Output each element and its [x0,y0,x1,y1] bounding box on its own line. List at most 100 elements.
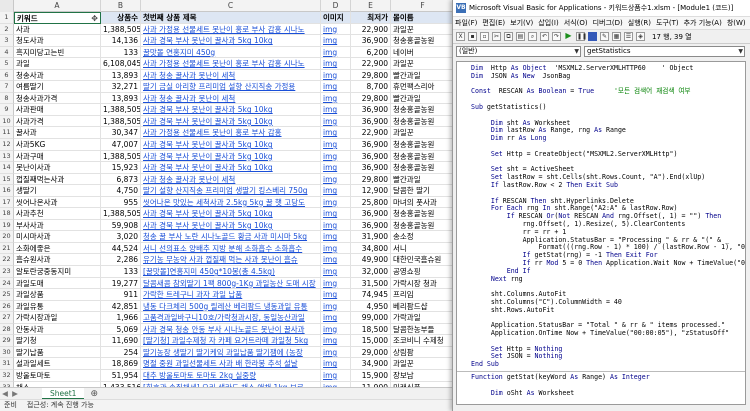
pause-icon[interactable]: ❚❚ [576,32,587,41]
header-cell-image[interactable]: 이미지 [321,12,351,24]
menu-item[interactable]: 디버그(D) [593,18,623,28]
cell-count[interactable]: 5,069 [101,323,141,336]
row-header[interactable]: 25 [0,289,14,301]
cell-image-link[interactable]: img [321,173,351,186]
cell-price[interactable]: 25,800 [351,196,391,209]
cell-image-link[interactable]: img [321,81,351,93]
cell-title-link[interactable]: 씻어나온 맛있는 세척사과 2.5kg 5kg 꿀 햇 고당도 [141,196,321,209]
cell-image-link[interactable]: img [321,69,351,82]
cell-image-link[interactable]: img [321,92,351,105]
cell-keyword[interactable]: 청송사과가격 [14,92,101,105]
cell-title-link[interactable]: 고품격과일바구니10호/가락청과시장, 동일농산과일 [141,312,321,324]
cell-image-link[interactable]: img [321,254,351,267]
column-header-b[interactable]: B [101,0,141,12]
cell-mall[interactable]: 가락시장 청과 [391,277,455,290]
cell-mall[interactable]: 휴먼팩스리아 [391,81,455,93]
cell-mall[interactable]: 청송홍골농원 [391,208,455,220]
cell-price[interactable]: 6,200 [351,46,391,59]
cell-price[interactable]: 15,900 [351,369,391,382]
menu-item[interactable]: 파일(F) [455,18,477,28]
cell-title-link[interactable]: 가락한 트레구니 과자 과일 납품 [141,289,321,301]
column-header-d[interactable]: D [321,0,351,12]
view-excel-icon[interactable]: X [456,32,465,41]
cell-title-link[interactable]: 대추 방울토마토 토마토 2kg 실중량 [141,369,321,382]
cell-title-link[interactable]: 꿀맛몰 연홍지미 450g [141,46,321,59]
column-header-e[interactable]: E [351,0,391,12]
menu-item[interactable]: 실행(R) [628,18,651,28]
row-header[interactable]: 32 [0,369,14,382]
cell-keyword[interactable]: 소화에좋은 [14,242,101,255]
menu-item[interactable]: 삽입(I) [538,18,558,28]
cell-mall[interactable]: 청송홍골농원 [391,115,455,128]
cell-count[interactable]: 1,388,505 [101,104,141,116]
cell-keyword[interactable]: 딸기청 [14,335,101,347]
cell-price[interactable]: 34,900 [351,358,391,370]
cell-mall[interactable]: 청송홍골농원 [391,162,455,174]
cell-count[interactable]: 254 [101,346,141,359]
cell-title-link[interactable]: 사과 경북 부사 못난이 꿀사과 5kg 10kg [141,208,321,220]
cell-title-link[interactable]: 사과 경북 부사 못난이 꿀사과 5kg 10kg [141,115,321,128]
cell-price[interactable]: 29,800 [351,92,391,105]
cell-keyword[interactable]: 사과판매 [14,104,101,116]
menu-item[interactable]: 도구(T) [656,18,679,28]
cell-count[interactable]: 4,750 [101,185,141,197]
run-icon[interactable]: ▶ [564,32,573,41]
cell-image-link[interactable]: img [321,150,351,163]
cell-keyword[interactable]: 과일상품 [14,289,101,301]
cell-price[interactable]: 22,900 [351,58,391,70]
cell-image-link[interactable]: img [321,231,351,243]
object-browser-icon[interactable]: ◈ [636,32,645,41]
cell-keyword[interactable]: 사과5KG [14,139,101,151]
cell-title-link[interactable]: 달콤새콤 참외딸기 1팩 800g-1Kg 과일농산 도매 시장 [141,277,321,290]
spreadsheet-grid[interactable]: 1 키워드 ✥ 상품수 첫번째 상품 제목 이미지 최저가 몰이름 2 사과 1,38… [0,12,455,394]
cell-price[interactable]: 29,800 [351,173,391,186]
cell-image-link[interactable]: img [321,242,351,255]
cell-image-link[interactable]: img [321,104,351,116]
cell-mall[interactable]: 서니 [391,242,455,255]
cell-price[interactable]: 22,900 [351,127,391,140]
cell-count[interactable]: 2,286 [101,254,141,267]
cell-keyword[interactable]: 사과추천 [14,208,101,220]
cell-price[interactable]: 32,000 [351,266,391,278]
copy-icon[interactable]: ⧉ [504,32,513,41]
row-header[interactable]: 9 [0,104,14,116]
cell-image-link[interactable]: img [321,58,351,70]
cell-image-link[interactable]: img [321,358,351,370]
cell-count[interactable]: 51,954 [101,369,141,382]
cell-image-link[interactable]: img [321,300,351,313]
cell-count[interactable]: 1,388,505 [101,23,141,36]
cell-image-link[interactable]: img [321,346,351,359]
header-cell-title[interactable]: 첫번째 상품 제목 [141,12,321,24]
column-header-a[interactable]: A [14,0,101,12]
sheet-tab-sheet1[interactable]: Sheet1 [42,387,85,400]
cell-title-link[interactable]: 사과 가정용 선물세트 못난이 홍로 부사 감홍 시나노 [141,23,321,36]
cell-price[interactable]: 15,000 [351,335,391,347]
header-cell-keyword[interactable]: 키워드 ✥ [14,12,101,24]
cell-keyword[interactable]: 사과구매 [14,150,101,163]
cell-mall[interactable]: 가락과일 [391,312,455,324]
cell-mall[interactable]: 상림팜 [391,346,455,359]
prev-sheet-icon[interactable]: ◀ [0,389,10,398]
cell-image-link[interactable]: img [321,289,351,301]
cell-count[interactable]: 30,347 [101,127,141,140]
cell-image-link[interactable]: img [321,219,351,232]
menu-item[interactable]: 보기(V) [510,18,533,28]
cell-mall[interactable]: 베리팜드샵 [391,300,455,313]
cell-title-link[interactable]: 사과 경북 부사 못난이 꿀사과 5kg 10kg [141,139,321,151]
menu-item[interactable]: 추가 기능(A) [684,18,722,28]
cell-mall[interactable]: 과일꾼 [391,23,455,36]
cell-mall[interactable]: 과일꾼 [391,358,455,370]
row-header[interactable]: 11 [0,127,14,140]
menu-item[interactable]: 편집(E) [482,18,505,28]
cell-title-link[interactable]: [딸기청] 과일수제청 자 카페 요거트라떼 과일청 5kg [141,335,321,347]
cell-title-link[interactable]: 사과 청송 꿀사과 못난이 세척 [141,173,321,186]
cell-count[interactable]: 47,007 [101,139,141,151]
cell-count[interactable]: 911 [101,289,141,301]
cell-price[interactable]: 4,950 [351,300,391,313]
cell-keyword[interactable]: 흑지미당고는빈 [14,46,101,59]
cell-image-link[interactable]: img [321,127,351,140]
cell-count[interactable]: 13,893 [101,69,141,82]
cell-keyword[interactable]: 설과일세트 [14,358,101,370]
next-sheet-icon[interactable]: ▶ [10,389,20,398]
cell-keyword[interactable]: 생딸기 [14,185,101,197]
